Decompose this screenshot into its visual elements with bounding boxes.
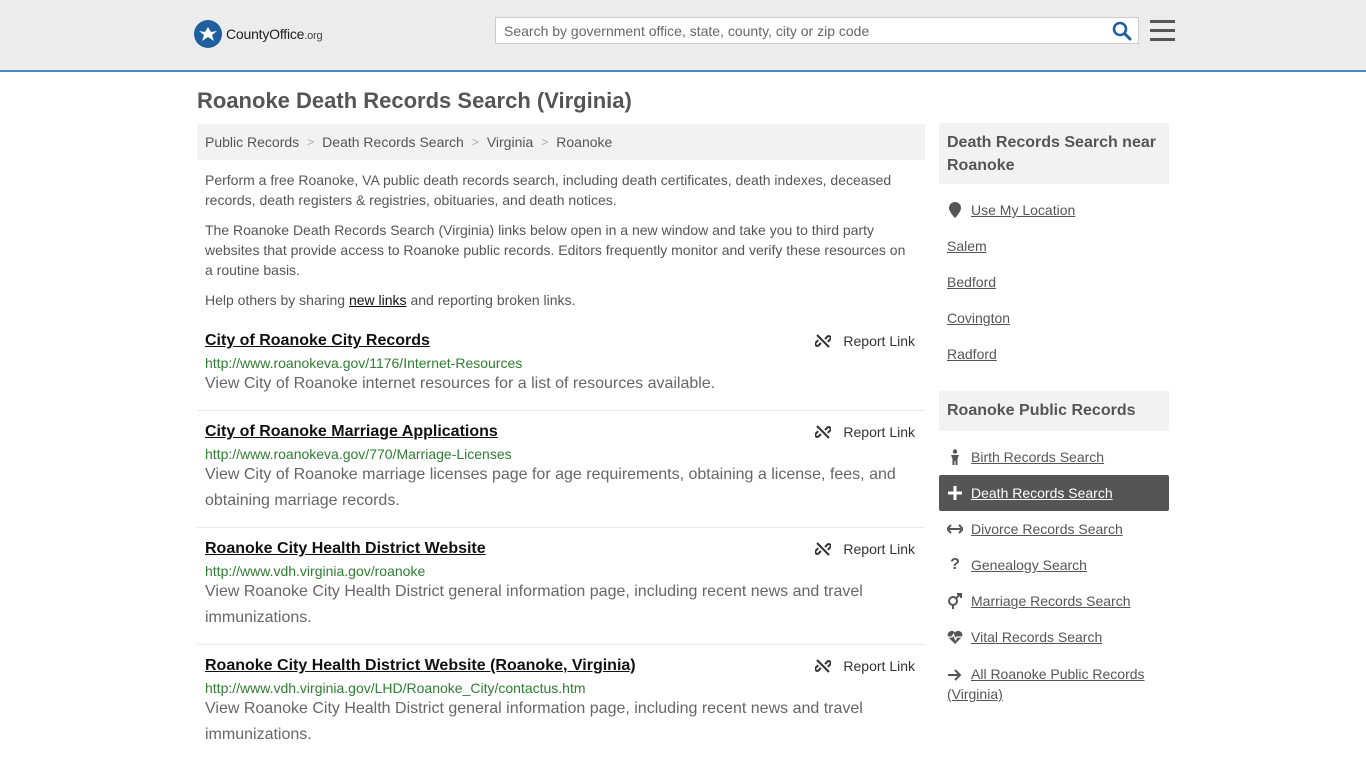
gender-icon [947,593,963,609]
chevron-right-icon: > [307,135,315,149]
cross-icon [947,485,963,501]
sidebar-item-genealogy[interactable]: ? Genealogy Search [939,547,1169,583]
listing-item: Roanoke City Health District Website (Ro… [197,649,925,761]
listing-description: View City of Roanoke marriage licenses p… [205,466,896,509]
listing-description: View Roanoke City Health District genera… [205,700,863,743]
listing-title-link[interactable]: Roanoke City Health District Website (Ro… [205,657,636,675]
chevron-right-icon: > [541,135,549,149]
broken-link-icon [815,334,832,348]
report-link-button[interactable]: Report Link [815,333,915,349]
sidebar-item-death-records[interactable]: Death Records Search [939,475,1169,511]
listing-title-link[interactable]: City of Roanoke City Records [205,332,430,350]
chevron-right-icon: > [471,135,479,149]
map-pin-icon [947,202,963,218]
broken-link-icon [815,659,832,673]
breadcrumb-death-records[interactable]: Death Records Search [322,134,464,150]
sidebar-item-bedford[interactable]: Bedford [939,264,1169,300]
listing-description: View City of Roanoke internet resources … [205,375,716,392]
site-header: CountyOffice.org [0,0,1366,72]
sidebar-item-salem[interactable]: Salem [939,228,1169,264]
child-icon [947,449,963,465]
listing-item: Roanoke City Health District Website htt… [197,532,925,645]
broken-link-icon [815,425,832,439]
intro-paragraph-1: Perform a free Roanoke, VA public death … [205,172,892,208]
sidebar-item-divorce-records[interactable]: Divorce Records Search [939,511,1169,547]
broken-link-icon [815,542,832,556]
listing-url: http://www.roanokeva.gov/770/Marriage-Li… [205,446,512,462]
sidebar-item-covington[interactable]: Covington [939,300,1169,336]
report-link-button[interactable]: Report Link [815,658,915,674]
breadcrumb-roanoke: Roanoke [556,134,613,150]
arrows-horizontal-icon [947,521,963,537]
hamburger-menu-icon[interactable] [1150,20,1175,42]
report-link-button[interactable]: Report Link [815,424,915,440]
logo-text: CountyOffice.org [226,26,323,42]
report-link-button[interactable]: Report Link [815,541,915,557]
sidebar-item-all-records[interactable]: All Roanoke Public Records (Virginia) [939,655,1169,711]
listing-url: http://www.vdh.virginia.gov/roanoke [205,563,426,579]
listing-title-link[interactable]: Roanoke City Health District Website [205,540,486,558]
breadcrumb-virginia[interactable]: Virginia [487,134,533,150]
new-links-link[interactable]: new links [349,292,407,308]
sidebar-item-vital-records[interactable]: Vital Records Search [939,619,1169,655]
sidebar-item-radford[interactable]: Radford [939,336,1169,372]
public-records-heading: Roanoke Public Records [939,391,1169,431]
listing-title-link[interactable]: City of Roanoke Marriage Applications [205,423,498,441]
listing-url: http://www.vdh.virginia.gov/LHD/Roanoke_… [205,680,586,696]
question-icon: ? [950,556,960,573]
intro-paragraph-2: The Roanoke Death Records Search (Virgin… [205,222,906,278]
help-text: Help others by sharing new links and rep… [205,292,576,308]
sidebar-item-marriage-records[interactable]: Marriage Records Search [939,583,1169,619]
page-title: Roanoke Death Records Search (Virginia) [197,88,632,113]
search-box [495,17,1139,44]
sidebar-item-birth-records[interactable]: Birth Records Search [939,439,1169,475]
breadcrumb: Public Records > Death Records Search > … [197,124,925,160]
arrow-right-icon [947,667,963,683]
listing-description: View Roanoke City Health District genera… [205,583,863,626]
nearby-heading: Death Records Search near Roanoke [939,123,1169,184]
listing-item: City of Roanoke Marriage Applications ht… [197,415,925,528]
site-logo[interactable]: CountyOffice.org [194,20,323,48]
listing-url: http://www.roanokeva.gov/1176/Internet-R… [205,355,523,371]
search-icon[interactable] [1112,21,1132,41]
eagle-seal-icon [194,20,222,48]
heartbeat-icon [947,629,963,645]
sidebar-item-use-my-location[interactable]: Use My Location [939,192,1169,228]
search-input[interactable] [496,18,1112,43]
breadcrumb-public-records[interactable]: Public Records [205,134,299,150]
listing-item: City of Roanoke City Records http://www.… [197,324,925,411]
